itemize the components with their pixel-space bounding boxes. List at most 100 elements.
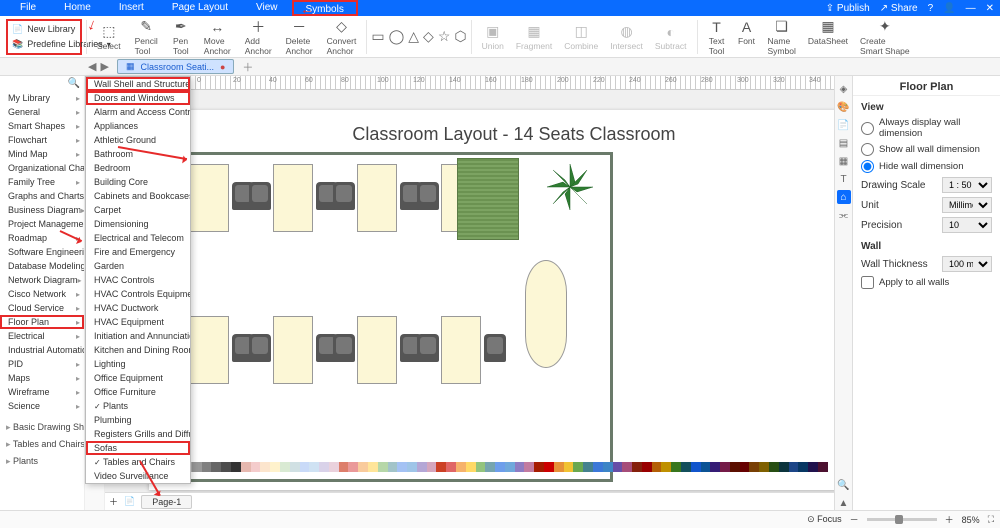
menu-view[interactable]: View <box>242 0 292 16</box>
color-swatch[interactable] <box>476 462 486 472</box>
color-swatch[interactable] <box>436 462 446 472</box>
search-icon[interactable]: 🔍 <box>0 76 84 91</box>
new-library-button[interactable]: 📄 New Library <box>10 23 78 36</box>
rail-doc-icon[interactable]: 📄 <box>837 118 851 132</box>
libcat-business-diagram[interactable]: Business Diagram▸ <box>0 203 84 217</box>
menu-symbols[interactable]: Symbols <box>292 0 358 16</box>
libcat-roadmap[interactable]: Roadmap▸ <box>0 231 84 245</box>
libcat-graphs-and-charts[interactable]: Graphs and Charts▸ <box>0 189 84 203</box>
color-swatch[interactable] <box>388 462 398 472</box>
submenu-tables-and-chairs[interactable]: Tables and Chairs <box>86 455 190 469</box>
libcat-cloud-service[interactable]: Cloud Service▸ <box>0 301 84 315</box>
shape-△[interactable]: △ <box>408 28 419 45</box>
rail-paint-icon[interactable]: 🎨 <box>837 100 851 114</box>
color-swatch[interactable] <box>221 462 231 472</box>
share-button[interactable]: ↗ Share <box>880 3 918 14</box>
color-swatch[interactable] <box>622 462 632 472</box>
submenu-office-furniture[interactable]: Office Furniture <box>86 385 190 399</box>
color-swatch[interactable] <box>720 462 730 472</box>
oval-table[interactable] <box>525 260 567 368</box>
submenu-lighting[interactable]: Lighting <box>86 357 190 371</box>
libcat-smart-shapes[interactable]: Smart Shapes▸ <box>0 119 84 133</box>
color-swatch[interactable] <box>632 462 642 472</box>
color-swatch[interactable] <box>485 462 495 472</box>
color-swatch[interactable] <box>378 462 388 472</box>
document-tab[interactable]: ▦ Classroom Seati... ● <box>117 59 234 74</box>
color-swatch[interactable] <box>192 462 202 472</box>
libcat-industrial-automation[interactable]: Industrial Automation▸ <box>0 343 84 357</box>
rail-layers-icon[interactable]: ▤ <box>837 136 851 150</box>
opt-hide[interactable]: Hide wall dimension <box>853 158 1000 175</box>
color-swatch[interactable] <box>280 462 290 472</box>
window-min-icon[interactable]: — <box>966 3 976 14</box>
zoom-value[interactable]: 85% <box>962 515 980 525</box>
submenu-wall-shell-and-structure[interactable]: Wall Shell and Structure <box>86 77 190 91</box>
libcat-my-library[interactable]: My Library▸ <box>0 91 84 105</box>
predefine-libraries-button[interactable]: 📚 Predefine Libraries▾ <box>10 38 78 51</box>
menu-insert[interactable]: Insert <box>105 0 158 16</box>
rail-conn-icon[interactable]: ⫘ <box>837 208 851 222</box>
color-swatch[interactable] <box>798 462 808 472</box>
libcat-database-modeling[interactable]: Database Modeling▸ <box>0 259 84 273</box>
rail-zoom-icon[interactable]: 🔍 <box>837 478 851 492</box>
libsec-basic-drawing-shapes[interactable]: ▸ Basic Drawing Shapes <box>0 419 84 436</box>
color-swatch[interactable] <box>202 462 212 472</box>
submenu-hvac-controls-equipment[interactable]: HVAC Controls Equipment <box>86 287 190 301</box>
submenu-fire-and-emergency[interactable]: Fire and Emergency <box>86 245 190 259</box>
libcat-pid[interactable]: PID▸ <box>0 357 84 371</box>
tool-text-tool[interactable]: TTextTool <box>702 18 732 56</box>
libcat-project-management[interactable]: Project Management▸ <box>0 217 84 231</box>
apply-all-walls[interactable]: Apply to all walls <box>853 274 1000 291</box>
color-swatch[interactable] <box>789 462 799 472</box>
submenu-kitchen-and-dining-room[interactable]: Kitchen and Dining Room <box>86 343 190 357</box>
color-swatch[interactable] <box>319 462 329 472</box>
color-swatch[interactable] <box>427 462 437 472</box>
precision-select[interactable]: 10 <box>942 217 992 233</box>
color-swatch[interactable] <box>671 462 681 472</box>
submenu-hvac-equipment[interactable]: HVAC Equipment <box>86 315 190 329</box>
desk-set[interactable] <box>335 310 420 390</box>
color-swatch[interactable] <box>270 462 280 472</box>
tab-close-icon[interactable]: ● <box>220 62 225 72</box>
color-swatch[interactable] <box>231 462 241 472</box>
color-swatches[interactable] <box>143 462 828 472</box>
color-swatch[interactable] <box>759 462 769 472</box>
color-swatch[interactable] <box>397 462 407 472</box>
libcat-floor-plan[interactable]: Floor Plan▸ <box>0 315 84 329</box>
color-swatch[interactable] <box>290 462 300 472</box>
color-swatch[interactable] <box>309 462 319 472</box>
tool-font[interactable]: AFont <box>732 18 762 56</box>
libcat-software-engineering[interactable]: Software Engineering▸ <box>0 245 84 259</box>
libcat-general[interactable]: General▸ <box>0 105 84 119</box>
submenu-hvac-ductwork[interactable]: HVAC Ductwork <box>86 301 190 315</box>
libcat-network-diagram[interactable]: Network Diagram▸ <box>0 273 84 287</box>
submenu-bedroom[interactable]: Bedroom <box>86 161 190 175</box>
opt-show-all[interactable]: Show all wall dimension <box>853 141 1000 158</box>
submenu-initiation-and-annunciation[interactable]: Initiation and Annunciation <box>86 329 190 343</box>
color-swatch[interactable] <box>652 462 662 472</box>
submenu-building-core[interactable]: Building Core <box>86 175 190 189</box>
drawing-scale-select[interactable]: 1 : 50 <box>942 177 992 193</box>
libsec-plants[interactable]: ▸ Plants <box>0 453 84 470</box>
libcat-organizational-chart[interactable]: Organizational Chart▸ <box>0 161 84 175</box>
desk-set[interactable] <box>251 310 336 390</box>
submenu-appliances[interactable]: Appliances <box>86 119 190 133</box>
submenu-garden[interactable]: Garden <box>86 259 190 273</box>
color-swatch[interactable] <box>495 462 505 472</box>
tool-move-anchor[interactable]: ↔MoveAnchor <box>198 18 237 56</box>
color-swatch[interactable] <box>573 462 583 472</box>
rail-diamond-icon[interactable]: ◈ <box>837 82 851 96</box>
zoom-slider[interactable] <box>867 518 937 521</box>
shape-▭[interactable]: ▭ <box>371 28 384 45</box>
color-swatch[interactable] <box>260 462 270 472</box>
help-icon[interactable]: ? <box>928 3 934 14</box>
submenu-carpet[interactable]: Carpet <box>86 203 190 217</box>
libcat-wireframe[interactable]: Wireframe▸ <box>0 385 84 399</box>
color-swatch[interactable] <box>417 462 427 472</box>
submenu-dimensioning[interactable]: Dimensioning <box>86 217 190 231</box>
color-swatch[interactable] <box>524 462 534 472</box>
submenu-bathroom[interactable]: Bathroom <box>86 147 190 161</box>
color-swatch[interactable] <box>505 462 515 472</box>
color-swatch[interactable] <box>769 462 779 472</box>
page-add-icon[interactable]: ＋ <box>109 495 118 508</box>
